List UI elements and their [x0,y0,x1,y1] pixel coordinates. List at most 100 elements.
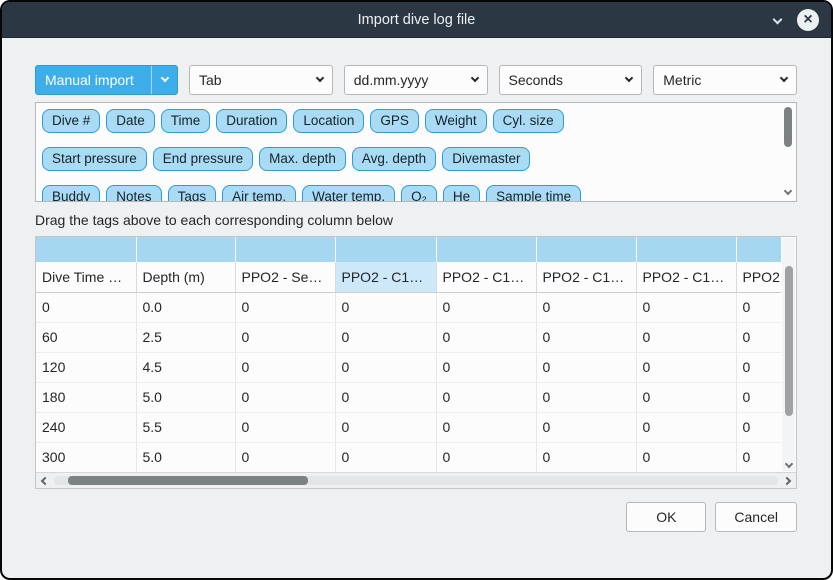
drop-target-cell[interactable] [636,237,736,262]
cell[interactable]: 0 [235,382,335,412]
window-close-button[interactable]: × [797,9,819,31]
drag-tag[interactable]: Location [293,109,364,133]
column-header[interactable]: Dive Time … [36,262,136,292]
cell[interactable]: 0 [235,292,335,322]
tag-area-scrollbar[interactable] [781,105,794,199]
table-row[interactable]: 602.5000000 [36,322,781,352]
drag-tag[interactable]: End pressure [153,147,253,171]
cell[interactable]: 0 [536,382,636,412]
cell[interactable]: 0 [436,322,536,352]
cell[interactable]: 0.0 [136,292,235,322]
column-header[interactable]: PPO2 - C1… [436,262,536,292]
drag-tag[interactable]: Water temp. [302,185,395,201]
cell[interactable]: 0 [436,412,536,442]
drop-target-cell[interactable] [335,237,436,262]
cell[interactable]: 0 [436,292,536,322]
cell[interactable]: 0 [335,382,436,412]
cell[interactable]: 0 [335,352,436,382]
cell[interactable]: 0 [436,382,536,412]
column-header[interactable]: PPO2 - C1… [335,262,436,292]
cell[interactable]: 180 [36,382,136,412]
cell[interactable]: 0 [736,292,781,322]
scroll-down-icon[interactable] [783,187,791,195]
cell[interactable]: 0 [636,412,736,442]
cell[interactable]: 0 [335,412,436,442]
scrollbar-thumb[interactable] [784,107,792,147]
cell[interactable]: 0 [736,322,781,352]
drag-tag[interactable]: GPS [370,109,419,133]
column-header[interactable]: PPO2 [736,262,781,292]
table-row[interactable]: 00.0000000 [36,292,781,322]
cell[interactable]: 5.5 [136,412,235,442]
cell[interactable]: 0 [436,442,536,472]
column-header[interactable]: Depth (m) [136,262,235,292]
cell[interactable]: 0 [536,322,636,352]
cancel-button[interactable]: Cancel [715,502,797,532]
date-format-select[interactable]: dd.mm.yyyy [344,65,488,95]
cell[interactable]: 0 [536,442,636,472]
drag-tag[interactable]: Air temp. [222,185,296,201]
cell[interactable]: 0 [536,292,636,322]
column-header[interactable]: PPO2 - C1… [536,262,636,292]
import-type-select[interactable]: Manual import [35,65,178,95]
cell[interactable]: 0 [235,412,335,442]
column-header[interactable]: PPO2 - Se… [235,262,335,292]
drag-tag[interactable]: Buddy [42,185,100,201]
column-header[interactable]: PPO2 - C1… [636,262,736,292]
cell[interactable]: 0 [436,352,536,382]
cell[interactable]: 0 [636,382,736,412]
cell[interactable]: 60 [36,322,136,352]
drag-tag[interactable]: Date [106,109,155,133]
cell[interactable]: 0 [36,292,136,322]
titlebar[interactable]: Import dive log file × [2,2,831,38]
table-row[interactable]: 1805.0000000 [36,382,781,412]
time-format-select[interactable]: Seconds [499,65,643,95]
drag-tag[interactable]: Duration [216,109,287,133]
cell[interactable]: 0 [335,292,436,322]
ok-button[interactable]: OK [626,502,706,532]
scrollbar-thumb[interactable] [785,266,793,416]
cell[interactable]: 0 [736,352,781,382]
table-row[interactable]: 1204.5000000 [36,352,781,382]
drag-tag[interactable]: He [443,185,480,201]
cell[interactable]: 0 [736,412,781,442]
cell[interactable]: 0 [536,412,636,442]
table-row[interactable]: 3005.0000000 [36,442,781,472]
drag-tag[interactable]: Max. depth [259,147,346,171]
field-separator-select[interactable]: Tab [189,65,333,95]
scrollbar-thumb[interactable] [68,476,308,485]
cell[interactable]: 0 [736,442,781,472]
scrollbar-track[interactable] [54,476,778,485]
scroll-left-icon[interactable] [41,476,49,484]
table-vertical-scrollbar[interactable] [782,238,795,471]
drag-tag[interactable]: Notes [106,185,161,201]
cell[interactable]: 2.5 [136,322,235,352]
cell[interactable]: 0 [235,322,335,352]
cell[interactable]: 4.5 [136,352,235,382]
drag-tag[interactable]: Start pressure [42,147,147,171]
cell[interactable]: 0 [536,352,636,382]
cell[interactable]: 0 [636,352,736,382]
cell[interactable]: 120 [36,352,136,382]
cell[interactable]: 0 [736,382,781,412]
scroll-right-icon[interactable] [783,476,791,484]
units-select[interactable]: Metric [653,65,797,95]
drag-tag[interactable]: Cyl. size [493,109,564,133]
cell[interactable]: 240 [36,412,136,442]
cell[interactable]: 0 [636,322,736,352]
window-menu-button[interactable] [774,16,781,23]
scroll-down-icon[interactable] [784,460,792,468]
drop-target-cell[interactable] [736,237,781,262]
table-row[interactable]: 2405.5000000 [36,412,781,442]
cell[interactable]: 300 [36,442,136,472]
cell[interactable]: 0 [636,442,736,472]
drop-target-cell[interactable] [36,237,136,262]
drag-tag[interactable]: Divemaster [442,147,530,171]
table-horizontal-scrollbar[interactable] [36,472,796,488]
drag-tag[interactable]: Time [161,109,211,133]
cell[interactable]: 5.0 [136,442,235,472]
drag-tag[interactable]: Weight [425,109,487,133]
drag-tag[interactable]: Sample time [486,185,581,201]
cell[interactable]: 0 [636,292,736,322]
drop-target-cell[interactable] [436,237,536,262]
